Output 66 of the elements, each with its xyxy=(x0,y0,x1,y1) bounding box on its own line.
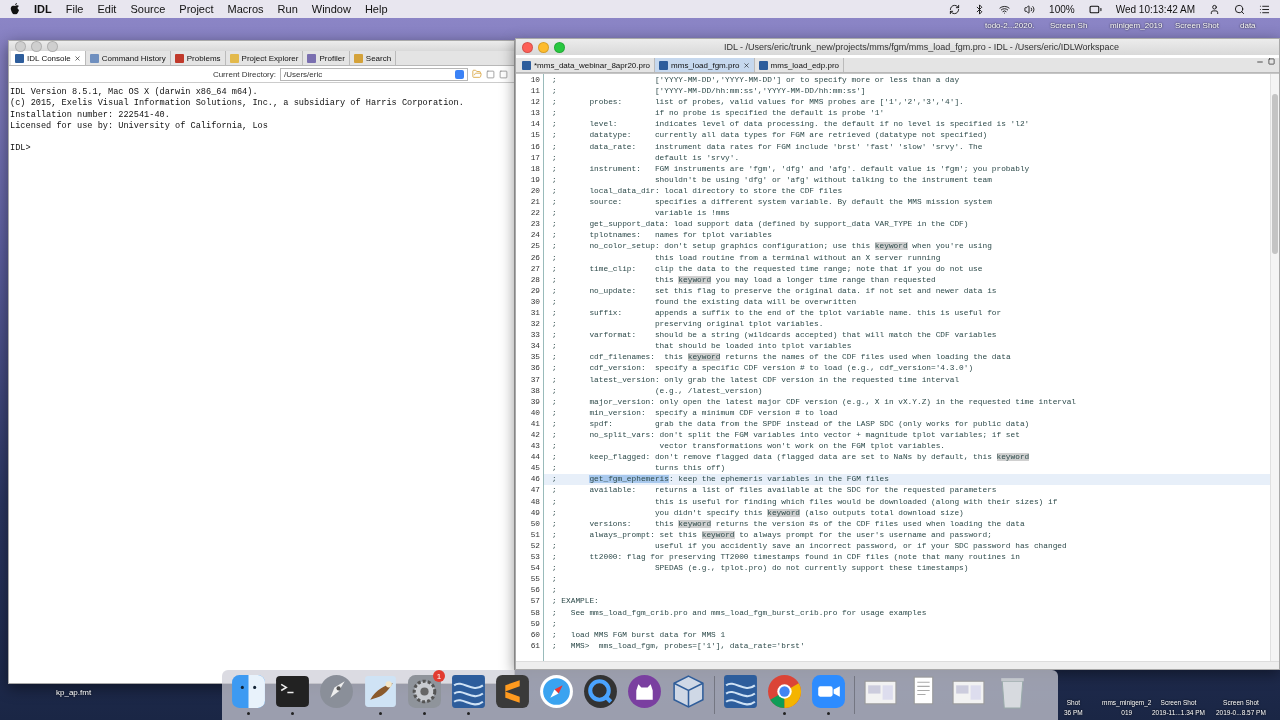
clock[interactable]: Wed 10:13:42 AM xyxy=(1115,3,1195,15)
sync-icon[interactable] xyxy=(949,3,961,15)
quicktime-icon[interactable] xyxy=(582,673,619,710)
desktop-file-label[interactable]: kp_ap.fmt xyxy=(56,688,92,697)
menu-item[interactable]: Run xyxy=(277,3,298,15)
compass-icon[interactable] xyxy=(538,673,575,710)
close-icon[interactable] xyxy=(73,54,81,62)
minimize-icon[interactable] xyxy=(1256,58,1264,66)
console-line: IDL Version 8.5.1, Mac OS X (darwin x86_64 m64). xyxy=(10,87,259,98)
menu-item[interactable]: Macros xyxy=(227,3,264,15)
battery-percent: 100% xyxy=(1049,3,1075,15)
search-icon[interactable] xyxy=(1234,3,1245,15)
view-tab[interactable]: Command History xyxy=(85,51,171,65)
menu-item[interactable]: Edit xyxy=(97,3,117,15)
sublime-icon[interactable] xyxy=(494,673,531,710)
console-line: (c) 2015, Exelis Visual Information Solutions, Inc., a subsidiary of Harris Corporation. xyxy=(10,98,465,110)
tab-icon xyxy=(307,53,317,63)
view-tab[interactable]: Project Explorer xyxy=(225,51,304,65)
menu-item[interactable]: Source xyxy=(130,3,166,15)
wifi-icon[interactable] xyxy=(999,3,1011,15)
apple-icon[interactable] xyxy=(10,3,20,15)
close-button[interactable] xyxy=(522,41,533,53)
directory-field[interactable]: /Users/eric xyxy=(280,67,468,81)
wave-logo-icon[interactable] xyxy=(722,673,759,710)
scrollbar[interactable] xyxy=(516,661,1279,669)
video-camera-icon[interactable] xyxy=(810,673,847,710)
notification-badge: 1 xyxy=(433,670,445,682)
terminal-icon[interactable] xyxy=(274,673,311,710)
app-menu[interactable]: IDL xyxy=(34,3,52,15)
tab-icon xyxy=(174,53,184,63)
menu-item[interactable]: File xyxy=(65,3,84,15)
volume-icon[interactable] xyxy=(1024,3,1036,15)
menu-item[interactable]: Help xyxy=(364,3,388,15)
finder-face-icon[interactable] xyxy=(230,673,267,710)
tab-icon xyxy=(659,60,669,70)
command-prompt[interactable]: IDL> xyxy=(10,143,514,155)
tab-icon xyxy=(15,53,24,63)
view-tab[interactable]: IDL Console xyxy=(11,51,86,65)
console-line: Installation number: 222541-40. xyxy=(10,109,171,121)
cube-icon[interactable] xyxy=(670,673,707,710)
user-icon[interactable] xyxy=(1209,3,1220,15)
view-tab[interactable]: Search xyxy=(349,51,397,65)
window-title: IDL - /Users/eric/trunk_new/projects/mms/fgm/mms_load_fgm.pro - IDL - /Users/eric/IDLWorkspace xyxy=(722,42,1121,52)
tab-icon xyxy=(758,60,768,70)
close-icon[interactable] xyxy=(742,61,750,69)
editor-tab[interactable]: mms_load_fgm.pro xyxy=(655,58,755,72)
gear-icon[interactable] xyxy=(406,673,443,710)
menu-item[interactable]: Window xyxy=(311,3,351,15)
tab-icon xyxy=(89,53,99,63)
dropdown-icon[interactable] xyxy=(455,69,464,79)
tab-icon xyxy=(229,53,239,63)
menu-icon[interactable] xyxy=(1259,3,1270,15)
view-tab[interactable]: Problems xyxy=(170,51,226,65)
menu-item[interactable]: Project xyxy=(179,3,214,15)
scrollbar[interactable] xyxy=(1270,74,1279,661)
zoom-button[interactable] xyxy=(554,41,565,53)
tab-icon xyxy=(353,53,363,63)
editor-tab[interactable]: mms_load_edp.pro xyxy=(754,58,845,72)
console-line: Licensed for use by: University of California, Los xyxy=(10,120,269,133)
wave-logo-icon[interactable] xyxy=(450,673,487,710)
view-tab[interactable]: Profiler xyxy=(303,51,350,65)
chrome-icon[interactable] xyxy=(766,673,803,710)
directory-label: Current Directory: xyxy=(212,69,276,79)
cat-logo-icon[interactable] xyxy=(626,673,663,710)
maximize-icon[interactable] xyxy=(1268,58,1275,65)
tab-icon xyxy=(522,60,531,70)
